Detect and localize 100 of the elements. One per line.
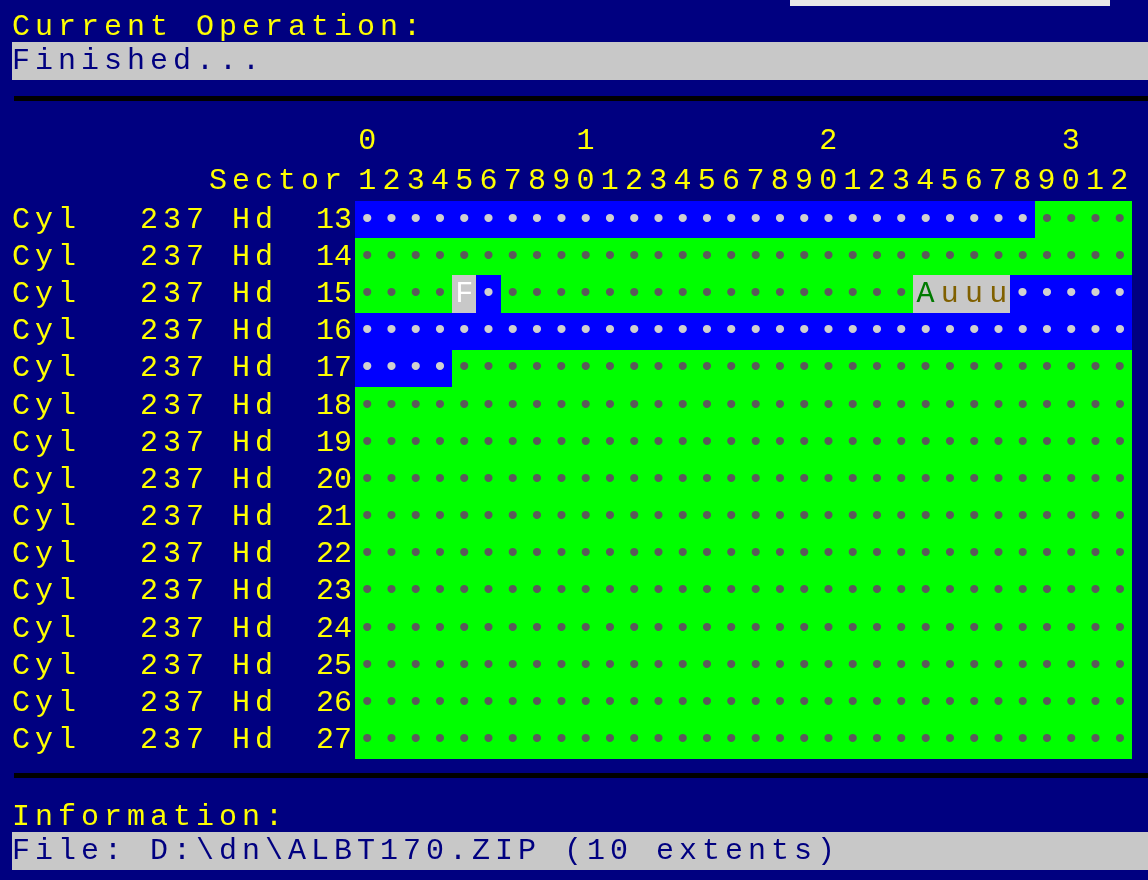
tens-digit: 1 bbox=[576, 126, 595, 156]
head-label: Hd bbox=[232, 685, 279, 722]
sector-block: •••••••••••••••••••••••••••••••• bbox=[355, 238, 1132, 276]
cylinder-label: Cyl bbox=[12, 238, 82, 276]
sector-digit: 2 bbox=[866, 163, 887, 200]
cylinder-number: 237 bbox=[140, 424, 210, 462]
cylinder-number: 237 bbox=[140, 536, 210, 573]
head-number: 18 bbox=[315, 387, 352, 425]
sector-block: •••••••••••••••••••••••••••• bbox=[355, 201, 1035, 239]
cylinder-label: Cyl bbox=[12, 461, 82, 499]
cylinder-label: Cyl bbox=[12, 201, 82, 239]
sector-block: •••••••••••••••••••••••••••• bbox=[452, 349, 1132, 387]
cylinder-label: Cyl bbox=[12, 350, 82, 387]
cylinder-label: Cyl bbox=[12, 610, 82, 648]
tens-digit: 0 bbox=[358, 126, 377, 156]
sector-digit: 1 bbox=[842, 163, 863, 200]
sector-block: A bbox=[913, 275, 938, 313]
sector-digit: 7 bbox=[988, 163, 1009, 200]
head-number: 26 bbox=[315, 685, 352, 722]
sector-digit: 7 bbox=[502, 163, 523, 200]
cylinder-label: Cyl bbox=[12, 573, 82, 611]
head-number: 21 bbox=[315, 499, 352, 536]
head-number: 25 bbox=[315, 647, 352, 685]
head-label: Hd bbox=[232, 461, 279, 499]
head-number: 24 bbox=[315, 610, 352, 648]
cylinder-label: Cyl bbox=[12, 313, 82, 350]
sector-block: •••• bbox=[1034, 201, 1132, 239]
head-label: Hd bbox=[232, 201, 279, 239]
section-label: Information: bbox=[12, 798, 290, 832]
cylinder-label: Cyl bbox=[12, 647, 82, 685]
sector-digit: 0 bbox=[1060, 163, 1081, 200]
sector-digit: 0 bbox=[575, 163, 596, 200]
head-label: Hd bbox=[232, 536, 279, 573]
sector-label: Sector bbox=[207, 163, 348, 200]
sector-block: •••• bbox=[355, 349, 453, 387]
sector-digit: 1 bbox=[599, 163, 620, 200]
cylinder-label: Cyl bbox=[12, 722, 82, 759]
head-label: Hd bbox=[232, 722, 279, 759]
sector-digit: 6 bbox=[963, 163, 984, 200]
cylinder-number: 237 bbox=[140, 313, 210, 350]
sector-digit: 1 bbox=[357, 163, 378, 200]
cylinder-number: 237 bbox=[140, 647, 210, 685]
head-label: Hd bbox=[232, 647, 279, 685]
head-number: 23 bbox=[315, 573, 352, 611]
sector-block: •••••••••••••••••••••••••••••••• bbox=[355, 498, 1132, 536]
sector-digit: 5 bbox=[939, 163, 960, 200]
sector-block: •••••••••••••••••••••••••••••••• bbox=[355, 721, 1132, 759]
sector-block: •••••••••••••••••••••••••••••••• bbox=[355, 684, 1132, 722]
sector-digit: 5 bbox=[696, 163, 717, 200]
tens-digit: 2 bbox=[819, 126, 838, 156]
sector-digit: 4 bbox=[672, 163, 693, 200]
head-number: 14 bbox=[315, 238, 352, 276]
sector-digit: 9 bbox=[551, 163, 572, 200]
section-label: Current Operation: bbox=[12, 9, 428, 42]
sector-digit: 4 bbox=[429, 163, 450, 200]
head-label: Hd bbox=[232, 424, 279, 462]
cylinder-number: 237 bbox=[140, 722, 210, 759]
cylinder-number: 237 bbox=[140, 387, 210, 425]
sector-block: •••••••••••••••••••••••••••••••• bbox=[355, 610, 1132, 648]
head-label: Hd bbox=[232, 499, 279, 536]
sector-block: ••••• bbox=[1010, 275, 1132, 313]
cylinder-number: 237 bbox=[140, 685, 210, 722]
head-number: 15 bbox=[315, 275, 352, 313]
file-info-text: File: D:\dn\ALBT170.ZIP (10 extents) bbox=[12, 831, 1148, 870]
status-text: Finished... bbox=[12, 42, 1148, 80]
cylinder-label: Cyl bbox=[12, 275, 82, 313]
head-number: 27 bbox=[315, 722, 352, 759]
cylinder-number: 237 bbox=[140, 610, 210, 648]
sector-digit: 7 bbox=[745, 163, 766, 200]
cylinder-number: 237 bbox=[140, 499, 210, 536]
sector-digit: 1 bbox=[1085, 163, 1106, 200]
cylinder-number: 237 bbox=[140, 573, 210, 611]
head-number: 22 bbox=[315, 536, 352, 573]
sector-digit: 3 bbox=[405, 163, 426, 200]
cylinder-number: 237 bbox=[140, 275, 210, 313]
head-label: Hd bbox=[232, 275, 279, 313]
sector-digit: 8 bbox=[527, 163, 547, 200]
sector-block: •••••••••••••••••••••••••••••••• bbox=[355, 572, 1132, 611]
sector-block: •••• bbox=[355, 275, 453, 313]
cylinder-label: Cyl bbox=[12, 499, 82, 536]
head-label: Hd bbox=[232, 573, 279, 611]
sector-digit: 2 bbox=[624, 163, 645, 200]
sector-digit: 0 bbox=[818, 163, 839, 200]
sector-block: ••••••••••••••••• bbox=[500, 275, 914, 313]
sector-digit: 6 bbox=[721, 163, 742, 200]
sector-block: •••••••••••••••••••••••••••••••• bbox=[355, 312, 1132, 350]
cylinder-number: 237 bbox=[140, 350, 210, 387]
cylinder-label: Cyl bbox=[12, 424, 82, 462]
sector-digit: 5 bbox=[454, 163, 475, 200]
sector-digit: 2 bbox=[1109, 163, 1130, 200]
sector-block: •••••••••••••••••••••••••••••••• bbox=[355, 424, 1132, 462]
sector-digit: 9 bbox=[793, 163, 814, 200]
head-label: Hd bbox=[232, 313, 279, 350]
head-number: 20 bbox=[315, 461, 352, 499]
sector-block: •••••••••••••••••••••••••••••••• bbox=[355, 461, 1132, 499]
sector-digit: 9 bbox=[1036, 163, 1057, 200]
cylinder-label: Cyl bbox=[12, 685, 82, 722]
cylinder-number: 237 bbox=[140, 201, 210, 239]
head-number: 16 bbox=[315, 313, 352, 350]
sector-block: •••••••••••••••••••••••••••••••• bbox=[355, 386, 1132, 425]
